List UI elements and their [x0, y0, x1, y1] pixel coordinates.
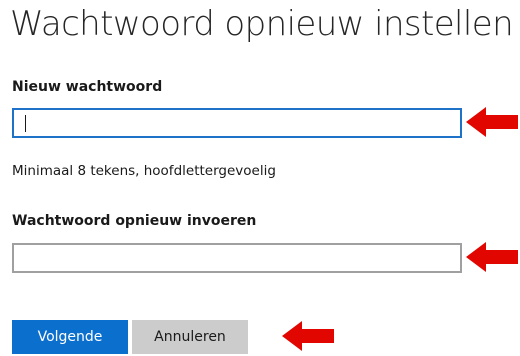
password-hint: Minimaal 8 tekens, hoofdlettergevoelig: [12, 163, 276, 179]
red-arrow-left-icon: [466, 242, 518, 272]
confirm-password-label: Wachtwoord opnieuw invoeren: [12, 213, 257, 229]
new-password-field[interactable]: [12, 108, 462, 138]
text-caret: [25, 115, 26, 132]
red-arrow-left-icon: [466, 107, 518, 137]
reset-password-page: Wachtwoord opnieuw instellen Nieuw wacht…: [0, 0, 520, 356]
red-arrow-left-icon: [282, 321, 334, 351]
page-title: Wachtwoord opnieuw instellen: [10, 4, 514, 44]
next-button[interactable]: Volgende: [12, 320, 128, 354]
new-password-label: Nieuw wachtwoord: [12, 79, 163, 95]
cancel-button[interactable]: Annuleren: [132, 320, 248, 354]
confirm-password-field[interactable]: [12, 243, 462, 273]
